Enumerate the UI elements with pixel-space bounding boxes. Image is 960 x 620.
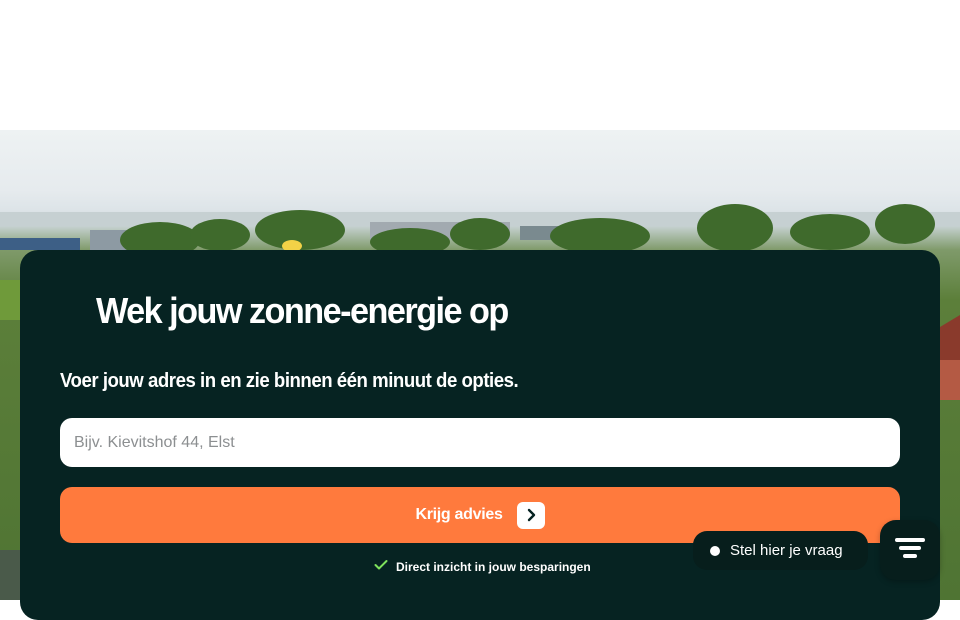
address-input[interactable]: [60, 418, 900, 467]
hero-subtitle: Voer jouw adres in en zie binnen één min…: [60, 370, 519, 392]
chat-prompt-button[interactable]: Stel hier je vraag: [693, 531, 868, 570]
benefit-text: Direct inzicht in jouw besparingen: [396, 560, 591, 574]
chat-prompt-label: Stel hier je vraag: [730, 542, 843, 559]
page-title: Wek jouw zonne-energie op: [96, 290, 509, 331]
top-header-area: [0, 0, 960, 130]
menu-icon: [895, 537, 925, 564]
check-icon: [374, 558, 388, 576]
benefit-note: Direct inzicht in jouw besparingen: [374, 558, 591, 576]
chevron-right-icon: [516, 501, 545, 529]
chat-menu-button[interactable]: [880, 520, 940, 580]
dot-icon: [710, 545, 720, 556]
get-advice-button-label: Krijg advies: [415, 506, 503, 523]
